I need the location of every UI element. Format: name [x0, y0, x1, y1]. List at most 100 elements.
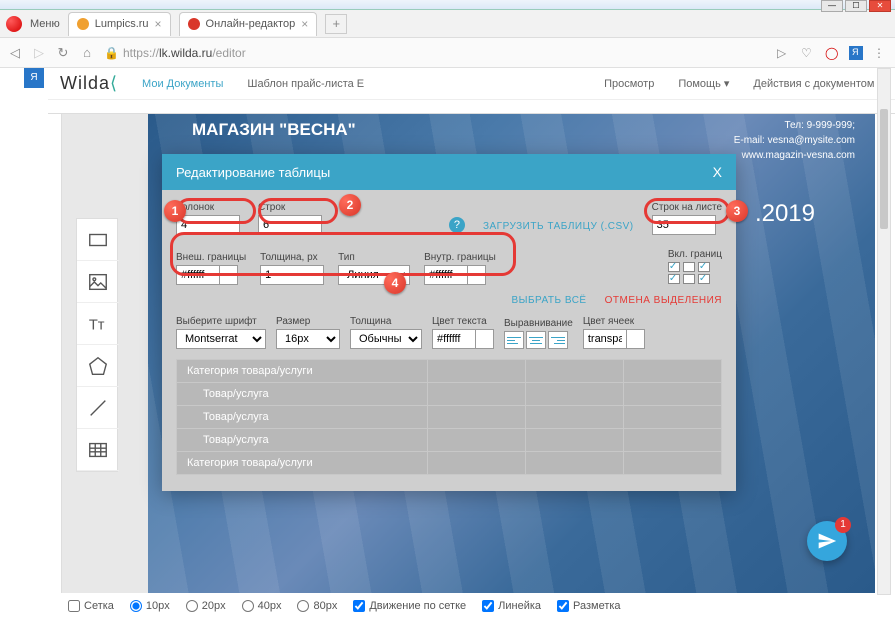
rows-label: Строк [258, 202, 322, 213]
load-csv-link[interactable]: ЗАГРУЗИТЬ ТАБЛИЦУ (.CSV) [483, 221, 634, 232]
tool-text[interactable]: Tт [77, 303, 119, 345]
send-fab[interactable]: 1 [807, 521, 847, 561]
help-icon[interactable]: ? [449, 217, 465, 233]
vertical-scrollbar[interactable] [877, 68, 891, 595]
deselect-button[interactable]: ОТМЕНА ВЫДЕЛЕНИЯ [605, 295, 722, 306]
editor-canvas[interactable]: МАГАЗИН "ВЕСНА" Тел: 9-999-999; E-mail: … [62, 114, 875, 593]
contact-email: E-mail: vesna@mysite.com [734, 133, 855, 148]
wilda-logo[interactable]: Wilda⟨ [60, 73, 118, 94]
window-minimize[interactable]: — [821, 0, 843, 12]
align-center-button[interactable] [526, 331, 546, 349]
rows-per-page-input[interactable] [652, 215, 716, 235]
inner-border-input[interactable] [424, 265, 468, 285]
opera-logo-icon[interactable] [6, 16, 22, 32]
table-row: Товар/услуга [177, 383, 722, 406]
size-select[interactable]: 16px [276, 329, 340, 349]
grid-40-radio[interactable]: 40px [242, 600, 282, 612]
cell-color-swatch[interactable] [627, 329, 645, 349]
border-bottom[interactable] [683, 274, 695, 284]
outer-border-input[interactable] [176, 265, 220, 285]
preview-link[interactable]: Просмотр [604, 78, 654, 90]
border-top-right[interactable] [698, 262, 710, 272]
tool-rectangle[interactable] [77, 219, 119, 261]
thickness-input[interactable] [260, 265, 324, 285]
tool-table[interactable] [77, 429, 119, 471]
app-header: Wilda⟨ Мои Документы Шаблон прайс-листа … [48, 68, 895, 100]
border-bottom-left[interactable] [668, 274, 680, 284]
text-color-label: Цвет текста [432, 316, 494, 327]
grid-10-radio[interactable]: 10px [130, 600, 170, 612]
align-left-button[interactable] [504, 331, 524, 349]
nav-back-icon[interactable]: ◁ [8, 45, 22, 61]
type-select[interactable]: Линия [338, 265, 410, 285]
address-bar[interactable]: 🔒https://lk.wilda.ru/editor [104, 46, 767, 60]
tab-title: Lumpics.ru [95, 18, 149, 30]
help-menu[interactable]: Помощь ▾ [678, 77, 729, 90]
menu-icon[interactable]: ⋮ [873, 46, 887, 60]
new-tab-button[interactable]: + [325, 14, 347, 34]
browser-tab-2[interactable]: Онлайн-редактор × [179, 12, 318, 36]
ruler-checkbox[interactable]: Линейка [482, 600, 541, 612]
outer-border-swatch[interactable] [220, 265, 238, 285]
border-top[interactable] [683, 262, 695, 272]
snap-checkbox[interactable]: Движение по сетке [353, 600, 466, 612]
translate-icon[interactable]: Я [849, 46, 863, 60]
modal-row-font: Выберите шрифт Montserrat Размер 16px То… [176, 316, 722, 349]
select-all-button[interactable]: ВЫБРАТЬ ВСЁ [511, 295, 586, 306]
browser-side-strip: Я [24, 68, 44, 92]
modal-row-borders: Внеш. границы Толщина, px Тип Линия Внут… [176, 249, 722, 285]
align-right-button[interactable] [548, 331, 568, 349]
markup-checkbox[interactable]: Разметка [557, 600, 621, 612]
vpn-icon[interactable]: ▷ [777, 46, 791, 60]
browser-tab-1[interactable]: Lumpics.ru × [68, 12, 171, 36]
inner-border-swatch[interactable] [468, 265, 486, 285]
nav-forward-icon[interactable]: ▷ [32, 45, 46, 61]
tab-close-icon[interactable]: × [301, 17, 308, 31]
opera-menu-label[interactable]: Меню [30, 18, 60, 30]
window-maximize[interactable]: ☐ [845, 0, 867, 12]
window-close[interactable]: ✕ [869, 0, 891, 12]
horizontal-ruler [48, 100, 895, 114]
tab-close-icon[interactable]: × [155, 17, 162, 31]
nav-home-icon[interactable]: ⌂ [80, 45, 94, 60]
fab-badge: 1 [835, 517, 851, 533]
scrollbar-thumb[interactable] [880, 109, 888, 229]
tool-pentagon[interactable] [77, 345, 119, 387]
doc-actions-menu[interactable]: Действия с документом ▾ [753, 77, 883, 90]
modal-body: Колонок Строк ? ЗАГРУЗИТЬ ТАБЛИЦУ (.CSV)… [162, 190, 736, 491]
side-translate-icon[interactable]: Я [24, 68, 44, 88]
inner-border-label: Внутр. границы [424, 252, 496, 263]
grid-20-radio[interactable]: 20px [186, 600, 226, 612]
opera-ext-icon[interactable]: ◯ [825, 46, 839, 60]
my-documents-link[interactable]: Мои Документы [142, 78, 223, 90]
columns-input[interactable] [176, 215, 240, 235]
font-select[interactable]: Montserrat [176, 329, 266, 349]
text-color-swatch[interactable] [476, 329, 494, 349]
grid-80-radio[interactable]: 80px [297, 600, 337, 612]
text-color-input[interactable] [432, 329, 476, 349]
document-contacts: Тел: 9-999-999; E-mail: vesna@mysite.com… [734, 118, 855, 163]
browser-tab-strip: Меню Lumpics.ru × Онлайн-редактор × + [0, 10, 895, 38]
preview-table[interactable]: Категория товара/услуги Товар/услуга Тов… [176, 359, 722, 475]
rows-per-page-label: Строк на листе [652, 202, 722, 213]
enable-borders-label: Вкл. границ [668, 249, 722, 260]
tool-image[interactable] [77, 261, 119, 303]
outer-border-label: Внеш. границы [176, 252, 246, 263]
grid-checkbox[interactable]: Сетка [68, 600, 114, 612]
weight-select[interactable]: Обычный [350, 329, 422, 349]
font-label: Выберите шрифт [176, 316, 266, 327]
nav-reload-icon[interactable]: ↻ [56, 45, 70, 61]
modal-close-button[interactable]: X [713, 164, 722, 180]
rows-input[interactable] [258, 215, 322, 235]
paper-plane-icon [817, 531, 837, 551]
thickness-label: Толщина, px [260, 252, 324, 263]
cell-color-input[interactable] [583, 329, 627, 349]
svg-text:Tт: Tт [89, 317, 105, 333]
lock-icon: 🔒 [104, 46, 119, 60]
border-top-left[interactable] [668, 262, 680, 272]
template-name: Шаблон прайс-листа E [247, 78, 364, 90]
modal-titlebar: Редактирование таблицы X [162, 154, 736, 190]
tool-line[interactable] [77, 387, 119, 429]
border-bottom-right[interactable] [698, 274, 710, 284]
bookmark-icon[interactable]: ♡ [801, 46, 815, 60]
